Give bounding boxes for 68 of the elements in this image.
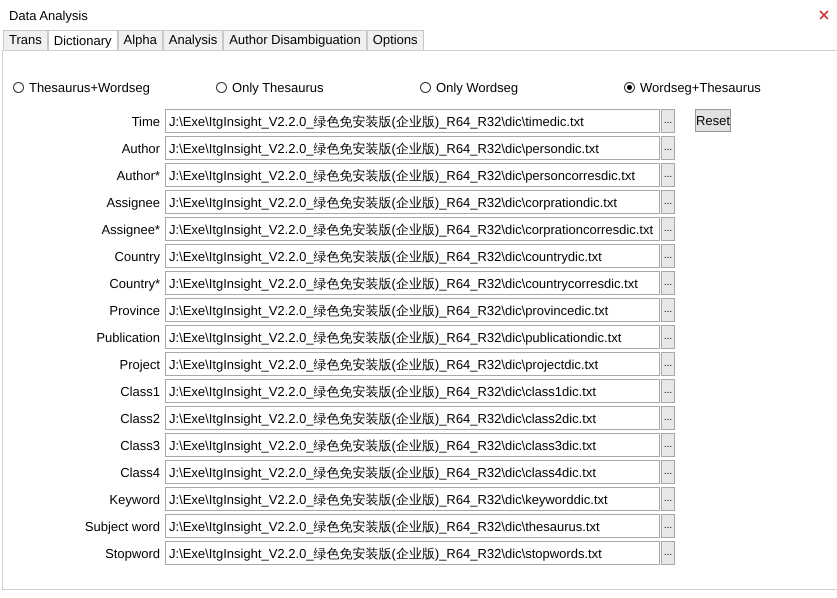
tab[interactable]: Dictionary xyxy=(48,30,118,50)
tab[interactable]: Author Disambiguation xyxy=(223,30,367,50)
reset-button[interactable]: Reset xyxy=(695,109,731,132)
field-label: Keyword xyxy=(108,492,161,506)
field-label: Assignee* xyxy=(100,222,161,236)
path-field[interactable]: J:\Exe\ItgInsight_V2.2.0_绿色免安装版(企业版)_R64_R32\dic\provincedic.txt xyxy=(165,298,660,322)
close-icon[interactable] xyxy=(819,10,829,20)
browse-button[interactable]: ... xyxy=(661,190,675,214)
path-field[interactable]: J:\Exe\ItgInsight_V2.2.0_绿色免安装版(企业版)_R64_R32\dic\class3dic.txt xyxy=(165,433,660,457)
path-field[interactable]: J:\Exe\ItgInsight_V2.2.0_绿色免安装版(企业版)_R64_R32\dic\countrycorresdic.txt xyxy=(165,271,660,295)
browse-button[interactable]: ... xyxy=(661,514,675,538)
field-label: Time xyxy=(130,114,161,128)
browse-button[interactable]: ... xyxy=(661,352,675,376)
field-label: Country xyxy=(113,248,161,264)
field-label: Author xyxy=(120,140,161,156)
radio-button[interactable] xyxy=(216,82,227,92)
browse-button[interactable]: ... xyxy=(661,325,675,349)
field-label: Stopword xyxy=(104,546,161,560)
path-field[interactable]: J:\Exe\ItgInsight_V2.2.0_绿色免安装版(企业版)_R64_R32\dic\class2dic.txt xyxy=(165,406,660,430)
field-label: Author* xyxy=(116,168,161,182)
radio-option[interactable]: Wordseg+Thesaurus xyxy=(624,78,828,96)
path-field[interactable]: J:\Exe\ItgInsight_V2.2.0_绿色免安装版(企业版)_R64_R32\dic\timedic.txt xyxy=(165,109,660,133)
path-field[interactable]: J:\Exe\ItgInsight_V2.2.0_绿色免安装版(企业版)_R64_R32\dic\corprationcorresdic.txt xyxy=(165,217,660,241)
field-label: Assignee xyxy=(106,194,161,210)
path-field[interactable]: J:\Exe\ItgInsight_V2.2.0_绿色免安装版(企业版)_R64_R32\dic\persondic.txt xyxy=(165,136,660,160)
field-label: Subject word xyxy=(84,518,161,534)
path-field[interactable]: J:\Exe\ItgInsight_V2.2.0_绿色免安装版(企业版)_R64_R32\dic\class1dic.txt xyxy=(165,379,660,403)
radio-button[interactable] xyxy=(420,82,431,92)
window-title: Data Analysis xyxy=(9,8,88,22)
browse-button[interactable]: ... xyxy=(661,136,675,160)
path-field[interactable]: J:\Exe\ItgInsight_V2.2.0_绿色免安装版(企业版)_R64_R32\dic\countrydic.txt xyxy=(165,244,660,268)
field-label: Country* xyxy=(108,276,161,290)
path-field[interactable]: J:\Exe\ItgInsight_V2.2.0_绿色免安装版(企业版)_R64_R32\dic\personcorresdic.txt xyxy=(165,163,660,187)
radio-option[interactable]: Thesaurus+Wordseg xyxy=(13,78,216,96)
browse-button[interactable]: ... xyxy=(661,298,675,322)
path-field[interactable]: J:\Exe\ItgInsight_V2.2.0_绿色免安装版(企业版)_R64_R32\dic\keyworddic.txt xyxy=(165,487,660,511)
path-field[interactable]: J:\Exe\ItgInsight_V2.2.0_绿色免安装版(企业版)_R64_R32\dic\projectdic.txt xyxy=(165,352,660,376)
field-label: Province xyxy=(108,302,161,318)
field-label: Class4 xyxy=(119,464,161,480)
tab[interactable]: Trans xyxy=(3,30,48,50)
tab[interactable]: Options xyxy=(366,30,424,50)
browse-button[interactable]: ... xyxy=(661,217,675,241)
browse-button[interactable]: ... xyxy=(661,271,675,295)
browse-button[interactable]: ... xyxy=(661,433,675,457)
browse-button[interactable]: ... xyxy=(661,541,675,565)
browse-button[interactable]: ... xyxy=(661,460,675,484)
tab[interactable]: Analysis xyxy=(162,30,224,50)
path-field[interactable]: J:\Exe\ItgInsight_V2.2.0_绿色免安装版(企业版)_R64_R32\dic\thesaurus.txt xyxy=(165,514,660,538)
field-label: Class1 xyxy=(119,384,161,398)
field-label: Project xyxy=(118,356,161,372)
radio-button[interactable] xyxy=(13,82,24,92)
radio-button[interactable] xyxy=(624,82,635,92)
field-label: Class2 xyxy=(119,410,161,426)
radio-option[interactable]: Only Wordseg xyxy=(420,78,624,96)
browse-button[interactable]: ... xyxy=(661,163,675,187)
path-field[interactable]: J:\Exe\ItgInsight_V2.2.0_绿色免安装版(企业版)_R64_R32\dic\class4dic.txt xyxy=(165,460,660,484)
radio-option[interactable]: Only Thesaurus xyxy=(216,78,420,96)
field-label: Class3 xyxy=(119,438,161,452)
path-field[interactable]: J:\Exe\ItgInsight_V2.2.0_绿色免安装版(企业版)_R64_R32\dic\corprationdic.txt xyxy=(165,190,660,214)
tab[interactable]: Alpha xyxy=(118,30,163,50)
browse-button[interactable]: ... xyxy=(661,379,675,403)
browse-button[interactable]: ... xyxy=(661,487,675,511)
path-field[interactable]: J:\Exe\ItgInsight_V2.2.0_绿色免安装版(企业版)_R64_R32\dic\publicationdic.txt xyxy=(165,325,660,349)
browse-button[interactable]: ... xyxy=(661,244,675,268)
path-field[interactable]: J:\Exe\ItgInsight_V2.2.0_绿色免安装版(企业版)_R64_R32\dic\stopwords.txt xyxy=(165,541,660,565)
browse-button[interactable]: ... xyxy=(661,109,675,133)
browse-button[interactable]: ... xyxy=(661,406,675,430)
field-label: Publication xyxy=(95,330,161,344)
